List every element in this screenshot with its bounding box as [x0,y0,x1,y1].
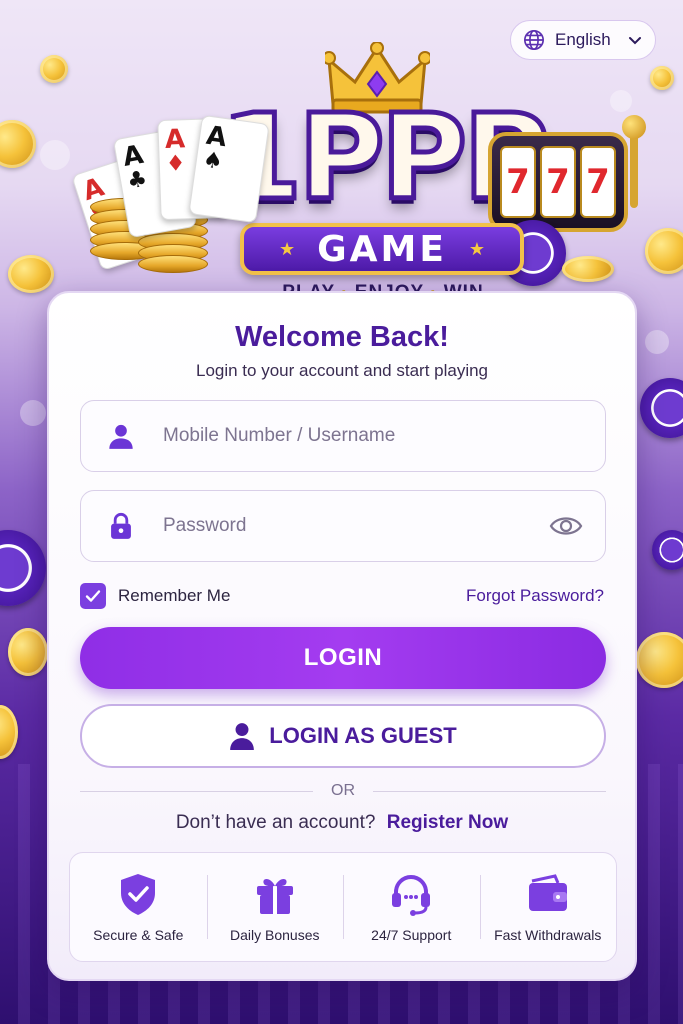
star-icon: ★ [278,238,296,259]
coin-decor [8,628,48,676]
slot-reel: 7 [500,146,536,218]
game-banner-text: GAME [317,228,447,270]
register-prompt: Don’t have an account? [175,812,376,833]
coin-decor [562,256,614,282]
card-suit: ♠ [201,147,225,175]
features-bar: Secure & Safe Daily Bonuses 24/7 Support [69,852,617,962]
password-input[interactable] [163,491,549,561]
or-divider: OR [80,781,606,801]
remember-checkbox[interactable] [80,583,106,609]
slot-lever-decor [630,128,638,208]
slot-reel: 7 [540,146,576,218]
register-link[interactable]: Register Now [387,812,508,833]
lock-icon [111,512,131,539]
coin-decor [0,120,36,168]
feature-label: Secure & Safe [93,927,184,943]
remember-label: Remember Me [118,586,231,605]
game-banner: ★ GAME ★ [240,223,524,275]
user-icon [230,723,255,750]
slot-lever-knob [622,115,646,139]
playing-card: A ♠ [188,114,270,224]
checkmark-icon [85,590,101,602]
poker-chip-decor [0,530,46,606]
login-button[interactable]: LOGIN [80,627,606,689]
poker-chip-decor [640,378,683,438]
guest-button-label: LOGIN AS GUEST [269,723,457,748]
feature-label: Fast Withdrawals [494,927,602,943]
page-subtitle: Login to your account and start playing [195,361,489,380]
wallet-icon [528,874,567,911]
star-icon: ★ [468,238,486,259]
forgot-password-link[interactable]: Forgot Password? [466,586,604,606]
coin-disc [138,255,208,273]
feature-label: Daily Bonuses [230,927,320,943]
page-title: Welcome Back! [235,321,449,353]
feature-secure: Secure & Safe [70,853,207,961]
register-row: Don’t have an account? Register Now [49,812,635,834]
coin-decor [0,705,18,759]
headset-icon [392,875,431,916]
user-icon [109,424,133,449]
feature-withdrawals: Fast Withdrawals [479,853,617,961]
login-panel: Welcome Back! Login to your account and … [47,291,637,981]
login-as-guest-button[interactable]: LOGIN AS GUEST [80,704,606,768]
remember-me[interactable]: Remember Me [80,583,230,609]
slot-machine-decor: 7 7 7 [488,132,628,232]
or-text: OR [331,782,355,799]
username-field-container [80,400,606,472]
shield-check-icon [121,874,156,915]
feature-support: 24/7 Support [343,853,480,961]
gift-icon [256,879,293,914]
password-field-container [80,490,606,562]
poker-chip-decor [652,530,683,570]
coin-decor [636,632,683,688]
brand-logo: A♥A♣A♦A♠ 1PPP 7 7 7 ★ GAME ★ PLAY · ENJO… [40,20,660,303]
feature-bonuses: Daily Bonuses [206,853,344,961]
feature-label: 24/7 Support [371,927,452,943]
slot-reel: 7 [580,146,616,218]
username-input[interactable] [163,401,605,471]
eye-icon[interactable] [549,514,583,538]
